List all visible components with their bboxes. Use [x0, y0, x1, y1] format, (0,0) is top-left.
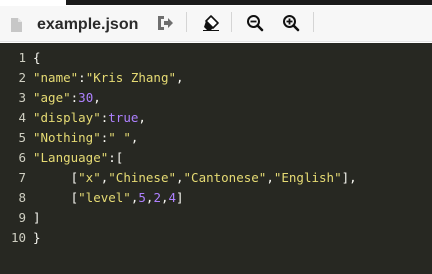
punctuation-token: , [160, 190, 169, 205]
line-number: 8 [18, 190, 26, 205]
code-text: ] [33, 208, 41, 228]
line-number: 10 [10, 230, 26, 245]
clear-button[interactable] [198, 11, 224, 35]
export-button[interactable] [152, 11, 178, 35]
zoom-out-icon [247, 15, 264, 32]
line-number: 6 [18, 150, 26, 165]
string-token: "Cantonese" [183, 170, 267, 185]
toolbar: example.json [0, 6, 432, 42]
code-text: "Language":[ [33, 148, 123, 168]
code-line[interactable]: 5 "Nothing":" ", [0, 128, 432, 148]
code-text: ["level",5,2,4] [33, 188, 184, 208]
string-token: "display" [33, 110, 101, 125]
line-number: 4 [18, 110, 26, 125]
code-text: "Nothing":" ", [33, 128, 138, 148]
string-token: "name" [33, 70, 79, 85]
toolbar-separator [186, 12, 187, 32]
code-editor[interactable]: 1{2 "name":"Kris Zhang", 3 "age":30, 4 "displ… [0, 43, 432, 274]
code-text: ["x","Chinese","Cantonese","English"], [33, 168, 357, 188]
punctuation-token: [ [33, 190, 79, 205]
code-text: "age":30, [33, 88, 101, 108]
string-token: "age" [33, 90, 71, 105]
string-token: "Language" [33, 150, 109, 165]
string-token: "English" [273, 170, 342, 185]
string-token: "Nothing" [33, 130, 101, 145]
punctuation-token: , [130, 130, 139, 145]
value-token: true [108, 110, 139, 125]
eraser-icon [203, 15, 219, 31]
code-line[interactable]: 8 ["level",5,2,4] [0, 188, 432, 208]
punctuation-token: ] [176, 190, 184, 205]
punctuation-token: ], [341, 170, 357, 185]
code-line[interactable]: 3 "age":30, [0, 88, 432, 108]
string-token: " " [108, 130, 131, 145]
value-token: 4 [168, 190, 177, 205]
value-token: 30 [78, 90, 94, 105]
code-line[interactable]: 1{ [0, 48, 432, 68]
line-number: 2 [18, 70, 26, 85]
toolbar-separator [313, 12, 314, 32]
code-text: "display":true, [33, 108, 146, 128]
punctuation-token: :[ [108, 150, 124, 165]
string-token: "x" [78, 170, 101, 185]
code-text: "name":"Kris Zhang", [33, 68, 184, 88]
line-number: 5 [18, 130, 26, 145]
code-line[interactable]: 4 "display":true, [0, 108, 432, 128]
code-line[interactable]: 10} [0, 228, 432, 248]
punctuation-token: { [33, 50, 41, 65]
string-token: "Chinese" [108, 170, 176, 185]
zoom-in-button[interactable] [278, 11, 304, 35]
line-number: 7 [18, 170, 26, 185]
punctuation-token: [ [33, 170, 79, 185]
file-name: example.json [37, 16, 139, 33]
window-top-bar [66, 0, 432, 5]
punctuation-token: ] [33, 210, 41, 225]
punctuation-token: , [138, 110, 146, 125]
file-icon [11, 18, 22, 32]
value-token: 2 [153, 190, 161, 205]
code-line[interactable]: 7 ["x","Chinese","Cantonese","English"], [0, 168, 432, 188]
code-line[interactable]: 2 "name":"Kris Zhang", [0, 68, 432, 88]
punctuation-token: , [93, 90, 101, 105]
punctuation-token: , [176, 170, 184, 185]
line-number: 3 [18, 90, 26, 105]
zoom-in-icon [283, 15, 300, 32]
punctuation-token: , [266, 170, 274, 185]
punctuation-token: , [176, 70, 184, 85]
punctuation-token: : [78, 70, 86, 85]
zoom-out-button[interactable] [242, 11, 268, 35]
string-token: "Kris Zhang" [85, 70, 176, 85]
code-text: } [33, 228, 41, 248]
value-token: 5 [138, 190, 146, 205]
line-number: 1 [18, 50, 26, 65]
export-icon [158, 16, 173, 30]
code-line[interactable]: 9] [0, 208, 432, 228]
toolbar-separator [231, 12, 232, 32]
code-line[interactable]: 6 "Language":[ [0, 148, 432, 168]
string-token: "level" [78, 190, 131, 205]
code-text: { [33, 48, 41, 68]
punctuation-token: } [33, 230, 41, 245]
line-number: 9 [18, 210, 26, 225]
